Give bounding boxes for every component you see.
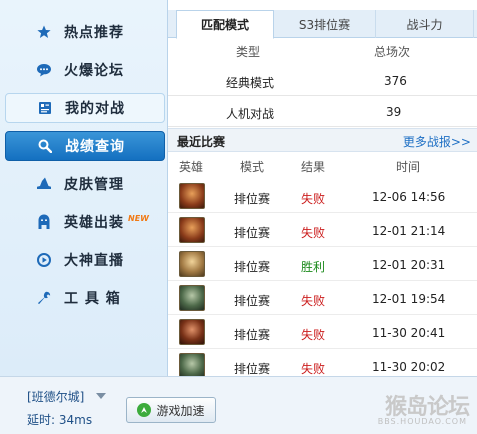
sidebar-item-hero-builds[interactable]: 英雄出装 NEW [5, 207, 165, 237]
status-bar: [班德尔城] 延时: 34ms 游戏加速 猴岛论坛 BBS.HOUDAO.COM [0, 376, 477, 434]
sidebar-item-toolbox[interactable]: 工 具 箱 [5, 283, 165, 313]
match-mode: 排位赛 [234, 260, 271, 274]
summary-type: 经典模式 [226, 76, 275, 90]
new-badge: NEW [128, 213, 149, 223]
summary-header: 类型 总场次 [168, 39, 477, 61]
sidebar: 热点推荐 火爆论坛 我的对战 战绩查询 皮肤管理 英雄出装 NEW 大神直播 工… [0, 0, 168, 376]
accelerate-label: 游戏加速 [156, 403, 205, 418]
match-row[interactable]: 排位赛 失败 12-01 19:54 [168, 282, 477, 315]
match-time: 12-01 21:14 [372, 224, 446, 238]
match-mode: 排位赛 [234, 362, 271, 376]
wrench-icon [36, 290, 52, 306]
match-time: 12-01 19:54 [372, 292, 446, 306]
match-row[interactable]: 排位赛 失败 11-30 20:41 [168, 316, 477, 349]
sidebar-item-record-query[interactable]: 战绩查询 [5, 131, 165, 161]
col-time: 时间 [396, 160, 421, 174]
sidebar-item-label: 大神直播 [64, 253, 124, 269]
sidebar-item-my-battles[interactable]: 我的对战 [5, 93, 165, 123]
recent-matches-title: 最近比赛 [177, 135, 226, 149]
sidebar-item-hot[interactable]: 热点推荐 [5, 17, 165, 47]
hero-avatar [179, 285, 205, 311]
hero-avatar [179, 217, 205, 243]
tab-match-mode[interactable]: 匹配模式 [176, 10, 274, 39]
summary-count: 376 [384, 74, 407, 88]
sidebar-item-label: 工 具 箱 [64, 291, 121, 307]
star-icon [36, 24, 52, 40]
match-mode: 排位赛 [234, 328, 271, 342]
summary-col-type: 类型 [236, 45, 261, 59]
summary-row: 经典模式 376 [168, 66, 477, 96]
match-time: 11-30 20:41 [372, 326, 446, 340]
match-result: 失败 [301, 226, 326, 240]
col-mode: 模式 [240, 160, 265, 174]
hero-avatar [179, 251, 205, 277]
match-result: 失败 [301, 362, 326, 376]
sidebar-item-skins[interactable]: 皮肤管理 [5, 169, 165, 199]
match-row[interactable]: 排位赛 失败 12-01 21:14 [168, 214, 477, 247]
match-result: 失败 [301, 294, 326, 308]
more-reports-link[interactable]: 更多战报>> [403, 133, 471, 150]
match-time: 12-01 20:31 [372, 258, 446, 272]
sidebar-item-label: 我的对战 [65, 101, 125, 117]
summary-row: 人机对战 39 [168, 97, 477, 127]
sidebar-item-forum[interactable]: 火爆论坛 [5, 55, 165, 85]
hat-icon [36, 176, 52, 192]
recent-matches-bar: 最近比赛 更多战报>> [168, 128, 477, 152]
match-time: 12-06 14:56 [372, 190, 446, 204]
chevron-down-icon[interactable] [96, 393, 106, 399]
match-row[interactable]: 排位赛 失败 11-30 20:02 [168, 350, 477, 376]
game-accelerate-button[interactable]: 游戏加速 [126, 397, 216, 423]
match-result: 失败 [301, 192, 326, 206]
sidebar-item-label: 热点推荐 [64, 25, 124, 41]
sidebar-item-label: 英雄出装 [64, 215, 124, 231]
match-mode: 排位赛 [234, 294, 271, 308]
server-selector[interactable]: [班德尔城] [27, 388, 84, 405]
col-result: 结果 [301, 160, 326, 174]
tab-s3-ranked[interactable]: S3排位赛 [274, 10, 376, 38]
sidebar-item-label: 火爆论坛 [64, 63, 124, 79]
summary-type: 人机对战 [226, 107, 275, 121]
chat-bubble-icon [36, 62, 52, 78]
hero-icon [36, 214, 52, 230]
matches-header: 英雄 模式 结果 时间 [168, 156, 477, 176]
sidebar-item-label: 皮肤管理 [64, 177, 124, 193]
match-time: 11-30 20:02 [372, 360, 446, 374]
mode-tabs: 匹配模式 S3排位赛 战斗力 [168, 10, 477, 39]
match-row[interactable]: 排位赛 胜利 12-01 20:31 [168, 248, 477, 281]
play-icon [36, 252, 52, 268]
latency-readout: 延时: 34ms [27, 413, 93, 427]
search-icon [37, 138, 53, 154]
match-mode: 排位赛 [234, 226, 271, 240]
hero-avatar [179, 183, 205, 209]
rocket-icon [137, 403, 152, 417]
watermark-url: BBS.HOUDAO.COM [377, 417, 467, 426]
main-panel: 匹配模式 S3排位赛 战斗力 类型 总场次 经典模式 376 人机对战 39 最… [168, 0, 477, 376]
match-row[interactable]: 排位赛 失败 12-06 14:56 [168, 180, 477, 213]
sidebar-item-label: 战绩查询 [65, 139, 125, 155]
col-hero: 英雄 [179, 160, 204, 174]
tab-combat-power[interactable]: 战斗力 [376, 10, 474, 38]
battle-icon [37, 100, 53, 116]
hero-avatar [179, 353, 205, 376]
summary-count: 39 [386, 105, 402, 119]
hero-avatar [179, 319, 205, 345]
match-mode: 排位赛 [234, 192, 271, 206]
sidebar-item-live[interactable]: 大神直播 [5, 245, 165, 275]
match-result: 失败 [301, 328, 326, 342]
match-result: 胜利 [301, 260, 326, 274]
summary-col-count: 总场次 [374, 45, 411, 59]
